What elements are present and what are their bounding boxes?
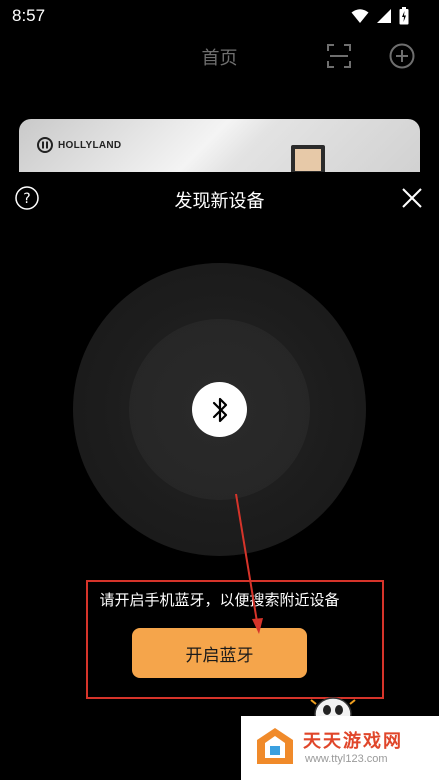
watermark-logo-icon — [257, 728, 293, 764]
scan-icon[interactable] — [326, 43, 352, 69]
status-time: 8:57 — [12, 6, 46, 25]
watermark: 天天游戏网 www.ttyl123.com — [241, 716, 439, 780]
battery-icon — [399, 7, 409, 25]
close-icon[interactable] — [401, 187, 423, 209]
wifi-icon — [351, 9, 369, 23]
brand-name: HOLLYLAND — [58, 139, 122, 151]
bluetooth-icon — [212, 397, 227, 422]
status-bar: 8:57 — [0, 0, 439, 32]
brand-logo: HOLLYLAND — [37, 137, 121, 153]
page-title: 首页 — [201, 48, 238, 69]
hollyland-logo-icon — [37, 137, 53, 153]
dialog-title: 发现新设备 — [174, 191, 265, 212]
watermark-title: 天天游戏网 — [303, 731, 403, 752]
bluetooth-badge — [192, 382, 247, 437]
app-header: 首页 — [0, 32, 439, 82]
annotation-highlight-box — [86, 580, 384, 699]
add-icon[interactable] — [389, 43, 415, 69]
status-icons — [351, 7, 409, 25]
watermark-url: www.ttyl123.com — [305, 753, 388, 765]
signal-icon — [377, 9, 391, 23]
